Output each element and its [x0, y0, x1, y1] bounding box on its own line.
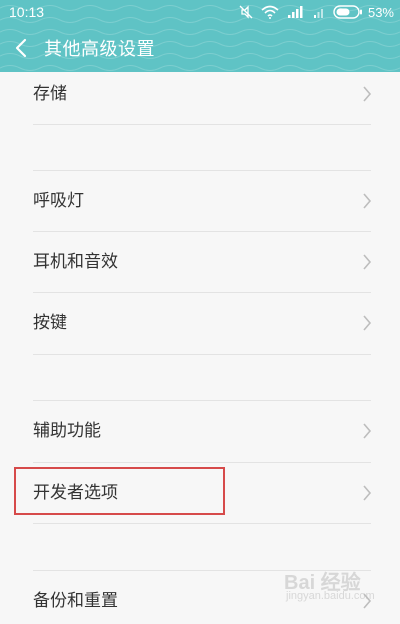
- mute-icon: [239, 5, 253, 19]
- chevron-left-icon: [15, 38, 27, 58]
- settings-item-label: 辅助功能: [33, 421, 101, 441]
- page-title: 其他高级设置: [44, 39, 155, 60]
- chevron-right-icon: [363, 86, 372, 102]
- divider: [33, 354, 371, 355]
- chevron-right-icon: [363, 485, 372, 501]
- wifi-icon: [261, 5, 279, 19]
- settings-item-buttons[interactable]: 按键: [0, 293, 400, 353]
- settings-item-label: 耳机和音效: [33, 252, 118, 272]
- signal-icon: [287, 6, 303, 18]
- chevron-right-icon: [363, 423, 372, 439]
- battery-percent: 53%: [367, 4, 394, 20]
- settings-item-breathing-light[interactable]: 呼吸灯: [0, 171, 400, 231]
- watermark: Bai 经验 jingyan.baidu.com: [284, 566, 384, 606]
- divider: [33, 124, 371, 125]
- settings-item-label: 存储: [33, 84, 67, 104]
- settings-item-accessibility[interactable]: 辅助功能: [0, 401, 400, 461]
- watermark-url: jingyan.baidu.com: [286, 590, 375, 602]
- chevron-right-icon: [363, 193, 372, 209]
- settings-item-headphones-audio[interactable]: 耳机和音效: [0, 232, 400, 292]
- status-icons: 53%: [231, 3, 394, 21]
- status-bar: 10:13 53%: [0, 0, 400, 24]
- settings-item-label: 呼吸灯: [33, 191, 84, 211]
- battery-icon: [333, 5, 362, 19]
- chevron-right-icon: [363, 254, 372, 270]
- signal-icon: [313, 9, 323, 18]
- settings-item-label: 按键: [33, 313, 67, 333]
- settings-item-label: 备份和重置: [33, 591, 118, 611]
- header: 10:13 53% 其他高级设置: [0, 0, 400, 72]
- chevron-right-icon: [363, 315, 372, 331]
- divider: [33, 523, 371, 524]
- highlight-annotation: [14, 467, 225, 515]
- status-time: 10:13: [9, 4, 45, 20]
- settings-item-storage[interactable]: 存储: [0, 64, 400, 124]
